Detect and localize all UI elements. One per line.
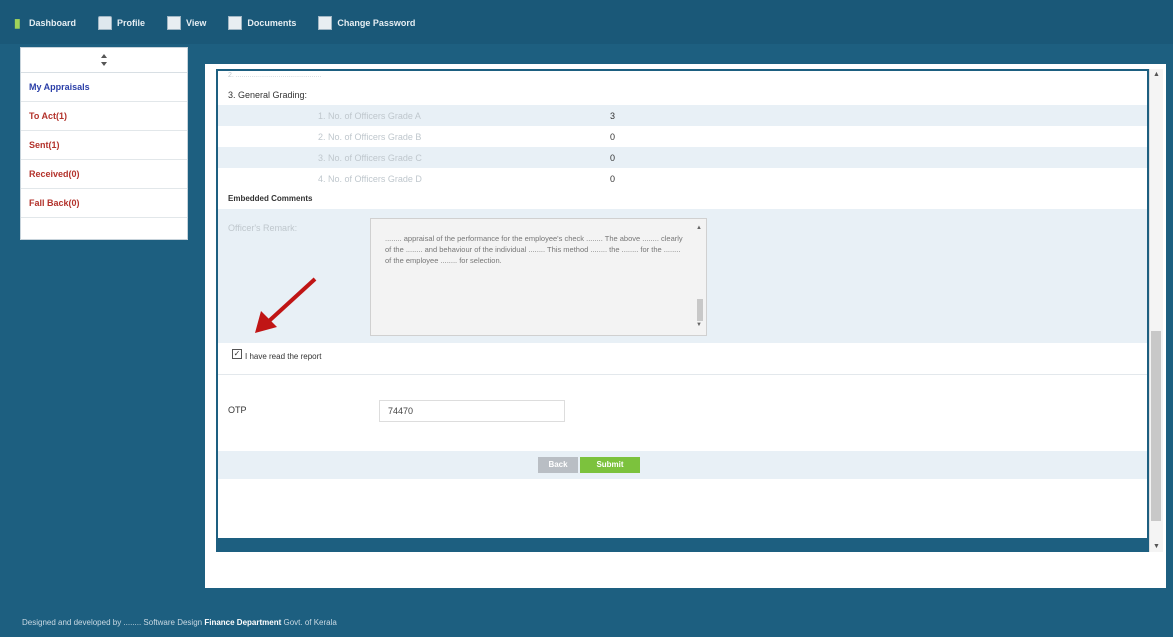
read-report-label: I have read the report bbox=[245, 352, 322, 361]
user-icon bbox=[98, 16, 113, 30]
chart-icon: ▮ bbox=[14, 16, 21, 30]
document-icon bbox=[167, 16, 182, 30]
top-line-row: 2. .....................................… bbox=[218, 71, 1147, 84]
checkbox-row: ✓ I have read the report bbox=[218, 343, 1147, 375]
top-navbar: ▮ Dashboard Profile View Documents Chang… bbox=[0, 0, 1173, 44]
nav-documents-label: Documents bbox=[247, 18, 297, 28]
grading-label: 4. No. of Officers Grade D bbox=[318, 174, 422, 184]
officer-remark-textarea[interactable]: ........ appraisal of the performance fo… bbox=[370, 218, 707, 336]
nav-profile-label: Profile bbox=[117, 18, 146, 28]
report-frame: 2. .....................................… bbox=[216, 69, 1149, 552]
sidebar: My Appraisals To Act(1) Sent(1) Received… bbox=[20, 47, 188, 240]
back-button[interactable]: Back bbox=[538, 457, 578, 473]
page-scrollbar[interactable]: ▲ ▼ bbox=[1149, 69, 1163, 552]
sidebar-item-fall-back[interactable]: Fall Back(0) bbox=[21, 189, 187, 218]
footer-prefix: Designed and developed by ........ Softw… bbox=[22, 618, 205, 627]
otp-label: OTP bbox=[228, 405, 247, 415]
nav-documents[interactable]: Documents bbox=[228, 16, 296, 30]
read-report-checkbox[interactable]: ✓ bbox=[232, 349, 242, 359]
grading-value: 0 bbox=[610, 132, 616, 142]
footer: Designed and developed by ........ Softw… bbox=[22, 618, 337, 627]
embedded-comments-title: Embedded Comments bbox=[228, 194, 313, 203]
annotation-arrow-icon bbox=[255, 277, 317, 333]
officer-remark-text: ........ appraisal of the performance fo… bbox=[385, 234, 683, 265]
grading-label: 3. No. of Officers Grade C bbox=[318, 153, 422, 163]
document-icon bbox=[228, 16, 243, 30]
nav-view[interactable]: View bbox=[167, 16, 206, 30]
section-title: 3. General Grading: bbox=[228, 90, 308, 100]
otp-row: OTP bbox=[218, 383, 1147, 439]
sidebar-item-received[interactable]: Received(0) bbox=[21, 160, 187, 189]
nav-dashboard[interactable]: ▮ Dashboard bbox=[14, 16, 76, 30]
nav-change-password[interactable]: Change Password bbox=[318, 16, 415, 30]
textarea-scroll-thumb[interactable] bbox=[697, 299, 703, 321]
sidebar-item-sent[interactable]: Sent(1) bbox=[21, 131, 187, 160]
grading-value: 0 bbox=[610, 153, 616, 163]
nav-change-password-label: Change Password bbox=[337, 18, 416, 28]
embedded-title-row: Embedded Comments bbox=[218, 189, 1147, 209]
grading-label: 2. No. of Officers Grade B bbox=[318, 132, 422, 142]
grading-row: 2. No. of Officers Grade B 0 bbox=[218, 126, 1147, 147]
sidebar-header bbox=[21, 48, 187, 73]
sidebar-item-to-act[interactable]: To Act(1) bbox=[21, 102, 187, 131]
scroll-down-icon[interactable]: ▼ bbox=[1150, 543, 1163, 550]
main-nav: ▮ Dashboard Profile View Documents Chang… bbox=[14, 16, 437, 30]
nav-dashboard-label: Dashboard bbox=[29, 18, 77, 28]
grading-row: 3. No. of Officers Grade C 0 bbox=[218, 147, 1147, 168]
scroll-down-icon: ▼ bbox=[696, 322, 702, 328]
grading-value: 0 bbox=[610, 174, 616, 184]
grading-value: 3 bbox=[610, 111, 616, 121]
otp-input[interactable] bbox=[379, 400, 565, 422]
sidebar-item-my-appraisals[interactable]: My Appraisals bbox=[21, 73, 187, 102]
section-title-row: 3. General Grading: bbox=[218, 85, 1147, 105]
grading-row: 1. No. of Officers Grade A 3 bbox=[218, 105, 1147, 126]
scroll-thumb[interactable] bbox=[1151, 331, 1161, 521]
nav-view-label: View bbox=[186, 18, 207, 28]
footer-suffix: Govt. of Kerala bbox=[281, 618, 337, 627]
officer-remark-label: Officer's Remark: bbox=[228, 223, 298, 233]
nav-profile[interactable]: Profile bbox=[98, 16, 145, 30]
submit-button[interactable]: Submit bbox=[580, 457, 640, 473]
refresh-icon[interactable] bbox=[99, 53, 109, 67]
grading-row: 4. No. of Officers Grade D 0 bbox=[218, 168, 1147, 189]
grading-label: 1. No. of Officers Grade A bbox=[318, 111, 421, 121]
scroll-up-icon[interactable]: ▲ bbox=[1150, 71, 1163, 78]
footer-brand-link[interactable]: Finance Department bbox=[204, 618, 281, 627]
scroll-up-icon: ▲ bbox=[696, 225, 702, 231]
document-icon bbox=[318, 16, 333, 30]
main-panel: 2. .....................................… bbox=[205, 64, 1166, 588]
textarea-scrollbar[interactable]: ▲ ▼ bbox=[696, 223, 704, 331]
top-line-text: 2. .....................................… bbox=[228, 72, 322, 79]
action-row bbox=[218, 451, 1147, 479]
